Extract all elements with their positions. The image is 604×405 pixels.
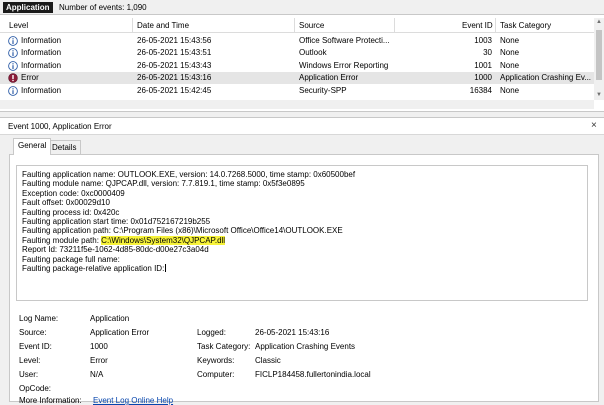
- cell-date-time: 26-05-2021 15:43:51: [137, 48, 212, 58]
- column-divider[interactable]: [132, 18, 133, 33]
- source-value: Application Error: [90, 328, 150, 337]
- description-line: Faulting module name: QJPCAP.dll, versio…: [22, 179, 305, 189]
- col-header-event-id[interactable]: Event ID: [462, 21, 493, 31]
- cell-level: Information: [21, 36, 62, 45]
- cell-source: Office Software Protecti...: [299, 36, 390, 45]
- more-information-label: More Information:: [19, 396, 82, 405]
- description-line: Faulting application start time: 0x01d75…: [22, 217, 211, 227]
- source-label: Source:: [19, 328, 47, 337]
- event-id-label: Event ID:: [19, 342, 52, 351]
- cell-task-category: None: [500, 36, 520, 45]
- cell-source: Outlook: [299, 48, 327, 58]
- task-category-value: Application Crashing Events: [255, 342, 356, 351]
- cell-task-category: None: [500, 48, 520, 58]
- cell-date-time: 26-05-2021 15:43:43: [137, 60, 212, 70]
- level-label: Level:: [19, 356, 41, 365]
- column-divider[interactable]: [495, 18, 496, 33]
- logged-label: Logged:: [197, 328, 226, 337]
- col-header-level[interactable]: Level: [9, 21, 28, 31]
- computer-value: FICLP184458.fullertonindia.local: [255, 370, 371, 379]
- close-icon[interactable]: ×: [591, 121, 597, 131]
- description-line: Fault offset: 0x00029d10: [22, 198, 110, 208]
- cell-task-category: None: [500, 60, 520, 70]
- text-cursor: [165, 264, 167, 273]
- description-line: Faulting package-relative application ID…: [22, 264, 165, 274]
- cell-date-time: 26-05-2021 15:42:45: [137, 85, 212, 95]
- cell-level: Information: [21, 48, 62, 58]
- info-icon: [8, 60, 18, 71]
- scrollbar-thumb[interactable]: [596, 30, 602, 80]
- keywords-value: Classic: [255, 356, 281, 365]
- table-row[interactable]: Error 26-05-2021 15:43:16 Application Erro…: [0, 72, 594, 85]
- event-detail-title: Event 1000, Application Error: [8, 122, 112, 131]
- cell-source: Windows Error Reporting: [299, 60, 389, 70]
- cell-date-time: 26-05-2021 15:43:16: [137, 73, 212, 83]
- general-tab-panel: Faulting application name: OUTLOOK.EXE, …: [9, 154, 599, 405]
- cell-source: Application Error: [299, 73, 359, 83]
- info-icon: [8, 85, 18, 96]
- table-row[interactable]: Information 26-05-2021 15:42:45 Security-S…: [0, 85, 594, 97]
- opcode-label: OpCode:: [19, 384, 52, 393]
- cell-source: Security-SPP: [299, 85, 347, 95]
- col-header-task-category[interactable]: Task Category: [500, 21, 551, 31]
- keywords-label: Keywords:: [197, 356, 235, 365]
- error-icon: [8, 73, 18, 83]
- events-table[interactable]: Level Date and Time Source Event ID Task…: [0, 18, 594, 100]
- log-name-label: Log Name:: [19, 314, 59, 323]
- module-path-label: Faulting module path:: [22, 235, 102, 245]
- user-label: User:: [19, 370, 39, 379]
- scroll-down-icon[interactable]: ▼: [594, 91, 604, 100]
- cell-event-id: 30: [483, 48, 492, 58]
- event-count: Number of events: 1,090: [59, 3, 147, 12]
- scroll-up-icon[interactable]: ▲: [594, 18, 604, 27]
- description-line: Report Id: 73211f5e-1062-4d85-80dc-d00e2…: [22, 245, 209, 255]
- event-id-value: 1000: [90, 342, 108, 351]
- tab-general[interactable]: General: [13, 138, 52, 155]
- highlighted-module-path: C:\Windows\System32\QJPCAP.dll: [101, 235, 226, 245]
- log-name-title: Application: [3, 2, 53, 13]
- col-header-source[interactable]: Source: [299, 21, 324, 31]
- level-value: Error: [90, 356, 108, 365]
- cell-event-id: 16384: [469, 85, 492, 95]
- logged-value: 26-05-2021 15:43:16: [255, 328, 330, 337]
- description-line-last: Faulting package-relative application ID…: [22, 264, 582, 273]
- cell-level: Error: [21, 73, 39, 83]
- event-description-box[interactable]: Faulting application name: OUTLOOK.EXE, …: [16, 165, 588, 301]
- task-category-label: Task Category:: [197, 342, 251, 351]
- table-header: Level Date and Time Source Event ID Task…: [0, 18, 594, 33]
- description-line: Faulting package full name:: [22, 254, 120, 264]
- computer-label: Computer:: [197, 370, 235, 379]
- faulting-module-path-line: Faulting module path: C:\Windows\System3…: [22, 235, 582, 245]
- vertical-scrollbar[interactable]: ▲ ▼: [594, 18, 604, 100]
- cell-task-category: Application Crashing Ev...: [500, 73, 592, 83]
- tab-details[interactable]: Details: [47, 140, 82, 154]
- cell-event-id: 1001: [474, 60, 492, 70]
- event-detail-pane: General Details Faulting application nam…: [0, 135, 604, 405]
- cell-date-time: 26-05-2021 15:43:56: [137, 36, 212, 45]
- table-row[interactable]: Information 26-05-2021 15:43:56 Office Sof…: [0, 35, 594, 47]
- info-icon: [8, 36, 18, 46]
- cell-event-id: 1000: [474, 73, 492, 83]
- event-log-online-help-link[interactable]: Event Log Online Help: [93, 396, 173, 405]
- event-detail-header: Event 1000, Application Error ×: [0, 118, 604, 135]
- user-value: N/A: [90, 370, 104, 379]
- description-line: Faulting application name: OUTLOOK.EXE, …: [22, 170, 356, 179]
- cell-event-id: 1003: [474, 36, 492, 45]
- cell-task-category: None: [500, 85, 520, 95]
- horizontal-scrollbar[interactable]: [0, 100, 594, 109]
- pane-splitter[interactable]: [0, 111, 604, 118]
- cell-level: Information: [21, 60, 62, 70]
- column-divider[interactable]: [394, 18, 395, 33]
- log-title-bar: Application Number of events: 1,090: [0, 0, 604, 15]
- column-divider[interactable]: [294, 18, 295, 33]
- description-line: Faulting process id: 0x420c: [22, 207, 120, 217]
- table-row[interactable]: Information 26-05-2021 15:43:43 Windows Er…: [0, 60, 594, 72]
- info-icon: [8, 48, 18, 59]
- cell-level: Information: [21, 85, 62, 95]
- description-line: Faulting application path: C:\Program Fi…: [22, 226, 343, 236]
- table-row[interactable]: Information 26-05-2021 15:43:51 Outlook 30 N…: [0, 47, 594, 59]
- description-line: Exception code: 0xc0000409: [22, 188, 125, 198]
- log-name-value: Application: [90, 314, 130, 323]
- col-header-date[interactable]: Date and Time: [137, 21, 189, 31]
